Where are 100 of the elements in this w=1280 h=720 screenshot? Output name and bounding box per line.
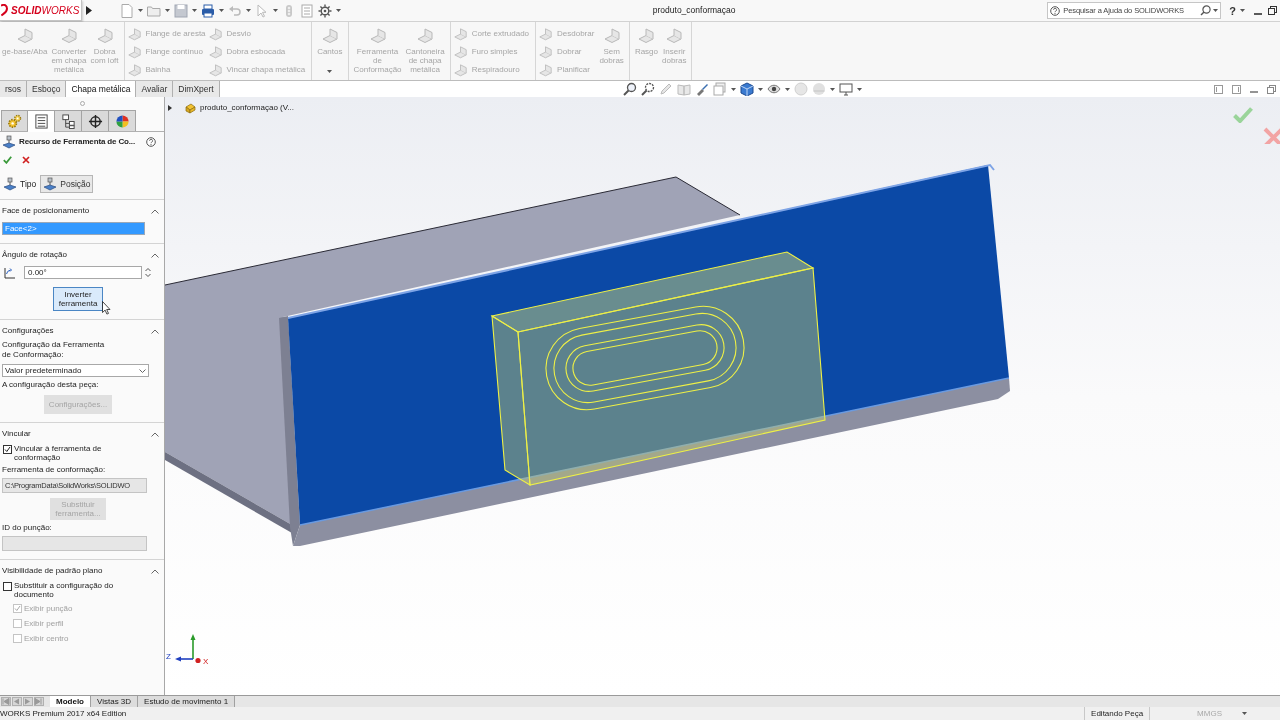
bent-sheet-icon [603,28,620,44]
panel-title: Recurso de Ferramenta de Co... [19,136,136,148]
checkbox[interactable] [3,582,12,591]
section-header[interactable]: Visibilidade de padrão plano [2,565,162,577]
axis-label: X [203,657,209,666]
field-label: ID do punção: [2,523,53,533]
caret-icon[interactable] [857,87,862,91]
section-header[interactable]: Vincular [2,428,162,440]
bent-sheet-icon [666,28,683,44]
mouse-pointer-icon [102,301,111,315]
chevron-down-icon [139,368,146,373]
caret-icon[interactable] [1242,712,1247,715]
box-icon [185,102,196,114]
checkbox-label: Substituir a configuração do documento [14,581,114,599]
bent-sheet-icon [539,27,553,41]
bent-sheet-icon [321,28,338,44]
caret-icon[interactable] [192,9,197,12]
x-mark-icon[interactable] [22,156,30,164]
field-label: A configuração desta peça: [2,380,100,390]
caret-icon[interactable] [219,9,224,12]
bent-sheet-icon [417,28,434,44]
magnifier-icon[interactable] [641,82,655,96]
eye-icon[interactable] [767,82,781,96]
checkbox-label: Vincular à ferramenta de conformação [14,444,102,462]
caret-icon[interactable] [336,9,341,12]
help-menu-button[interactable]: ? [1229,4,1236,17]
bent-sheet-icon [16,28,33,44]
checkbox[interactable] [3,445,12,454]
section-header[interactable]: Ângulo de rotação [2,249,162,261]
status-text: WORKS Premium 2017 x64 Edition [0,707,127,720]
chevron-up-icon[interactable] [151,252,159,258]
stamp-icon [2,135,16,149]
chevron-up-icon[interactable] [151,431,159,437]
units-menu[interactable]: MMGS [1197,707,1222,720]
checkbox-label: Exibir punção [24,602,73,615]
panel-tab[interactable] [28,110,55,132]
bent-sheet-icon [453,45,467,59]
search-icon[interactable] [1200,5,1212,16]
caret-icon[interactable] [758,87,763,91]
command-tab[interactable]: Chapa metálica [66,81,137,97]
axis-label: Z [166,652,171,661]
bent-sheet-icon [453,27,467,41]
magnifier-icon[interactable] [623,82,637,96]
restore-icon[interactable] [1268,6,1277,15]
caret-icon[interactable] [1240,9,1245,12]
logo-icon [1,3,8,17]
list-icon [33,114,49,129]
panel-tab[interactable] [109,110,136,131]
chevron-up-icon[interactable] [151,568,159,574]
checkbox-label: Exibir centro [24,632,69,645]
section-header[interactable]: Configurações [2,325,162,337]
caret-icon[interactable] [165,9,170,12]
chevron-up-icon[interactable] [151,328,159,334]
check-mark-icon[interactable] [1233,107,1253,123]
command-tab[interactable]: rsos [0,81,28,97]
crosshair-icon [87,113,103,129]
bent-sheet-icon [96,28,113,44]
field-label: Ferramenta de conformação: [2,465,107,475]
dropdown[interactable]: Valor predeterminado [2,364,149,377]
panel-button[interactable]: Inverter ferramenta [52,287,104,311]
caret-icon[interactable] [830,87,835,91]
bent-sheet-icon [208,45,222,59]
field-label: Configuração da Ferramenta de Conformação: [2,340,106,360]
caret-icon[interactable] [138,9,143,12]
chevron-up-icon[interactable] [151,208,159,214]
bent-sheet-icon [127,27,141,41]
caret-icon[interactable] [273,9,278,12]
panel-right-icon[interactable] [1232,84,1241,94]
caret-icon[interactable] [785,87,790,91]
caret-icon[interactable] [1213,9,1219,12]
bent-sheet-icon [127,45,141,59]
checkbox-label: Exibir perfil [24,617,64,630]
section-header[interactable]: Face de posicionamento [2,205,162,217]
triangle-right-icon[interactable] [86,6,92,15]
bent-sheet-icon [208,63,222,77]
color-wheel-icon [114,113,130,129]
help-icon[interactable] [146,137,156,147]
caret-icon[interactable] [246,9,251,12]
expand-triangle-icon[interactable] [168,105,172,111]
panel-tab[interactable] [55,110,82,131]
printer-icon[interactable] [201,3,215,18]
app-menu-button[interactable]: SOLIDWORKS [0,0,82,21]
check-mark-icon[interactable] [3,156,12,164]
panel-tab[interactable] [82,110,109,131]
bent-sheet-icon [453,63,467,77]
angle-input[interactable]: 0.00° [24,265,142,279]
cube-icon[interactable] [740,82,754,96]
command-tab[interactable]: DimXpert [173,81,220,97]
caret-icon[interactable] [731,87,736,91]
monitor-icon[interactable] [839,82,853,96]
selection-list-item[interactable]: Face<2> [2,222,145,235]
command-tab[interactable]: Avaliar [136,81,174,97]
tree-item[interactable]: produto_conformaçao (V... [200,102,294,114]
settings-icon[interactable] [318,3,332,18]
paint-brush-icon[interactable] [695,82,709,96]
tree-icon [60,113,76,129]
panel-subtab[interactable]: Tipo [1,175,39,193]
panel-left-icon[interactable] [1214,84,1223,94]
panel-subtab[interactable]: Posição [40,175,94,193]
command-tab[interactable]: Esboço [27,81,67,97]
